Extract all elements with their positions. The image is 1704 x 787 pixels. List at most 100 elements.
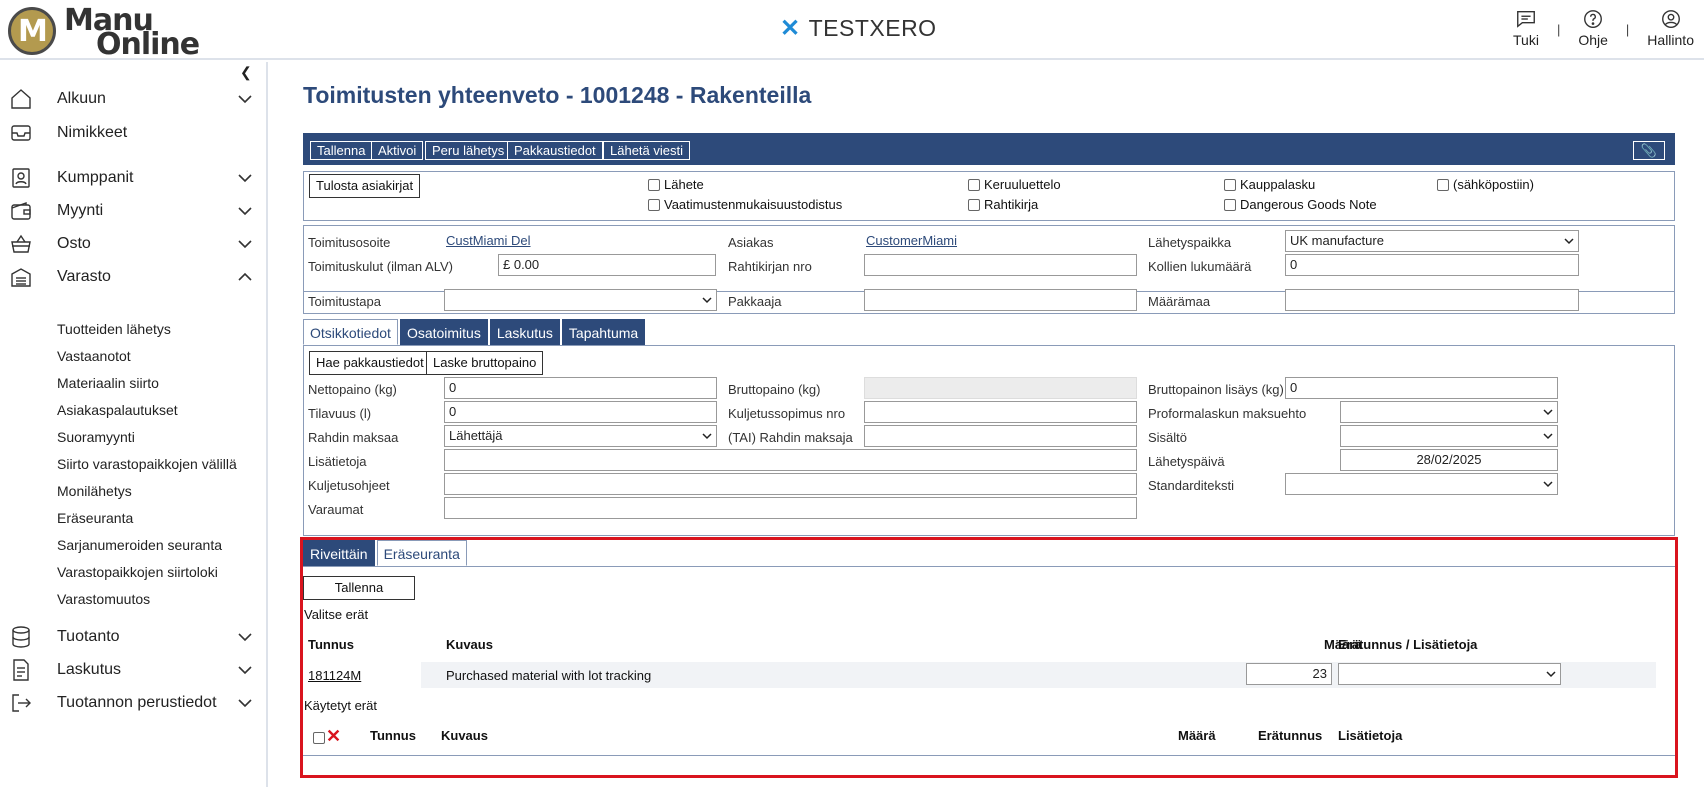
print-documents-button[interactable]: Tulosta asiakirjat xyxy=(309,174,421,198)
nav-ohje[interactable]: Ohje xyxy=(1578,8,1608,48)
check-label: Dangerous Goods Note xyxy=(1240,197,1377,212)
check-email[interactable]: (sähköpostiin) xyxy=(1437,177,1534,192)
packing-info-button[interactable]: Pakkaustiedot xyxy=(507,141,603,160)
field-label: Lähetyspäivä xyxy=(1148,454,1225,469)
chevron-down-icon[interactable] xyxy=(236,90,254,108)
chevron-down-icon[interactable] xyxy=(236,694,254,712)
lot-item-link[interactable]: 181124M xyxy=(308,668,361,683)
col-kuvaus: Kuvaus xyxy=(446,637,493,652)
sidebar-subitem[interactable]: Sarjanumeroiden seuranta xyxy=(57,537,222,553)
chevron-down-icon[interactable] xyxy=(236,661,254,679)
delivery-address-link[interactable]: CustMiami Del xyxy=(446,233,531,248)
sidebar-item-varasto[interactable]: Varasto xyxy=(0,260,268,294)
standard-text-select[interactable] xyxy=(1285,473,1558,495)
field-label: Sisältö xyxy=(1148,430,1188,445)
delivery-method-select[interactable] xyxy=(444,289,717,311)
dispatch-location-select[interactable]: UK manufacture xyxy=(1285,230,1579,252)
save-button[interactable]: Tallenna xyxy=(310,141,373,160)
checkbox[interactable] xyxy=(968,178,980,191)
shipment-fields-panel: Toimitusosoite CustMiami Del Asiakas Cus… xyxy=(303,225,1675,292)
chevron-down-icon[interactable] xyxy=(236,235,254,253)
gross-weight-addition-input[interactable]: 0 xyxy=(1285,377,1558,399)
proforma-terms-select[interactable] xyxy=(1340,401,1558,423)
check-dangerous-goods[interactable]: Dangerous Goods Note xyxy=(1224,197,1377,212)
package-count-input[interactable]: 0 xyxy=(1285,254,1579,276)
waybill-number-input[interactable] xyxy=(864,254,1137,276)
checkbox[interactable] xyxy=(1224,198,1236,211)
chevron-down-icon[interactable] xyxy=(236,628,254,646)
checkbox[interactable] xyxy=(648,198,660,211)
net-weight-input[interactable]: 0 xyxy=(444,377,717,399)
check-label: Kauppalasku xyxy=(1240,177,1316,192)
sidebar-subitem[interactable]: Eräseuranta xyxy=(57,510,133,526)
sidebar-item-tuotanto[interactable]: Tuotanto xyxy=(0,620,268,654)
signout-icon xyxy=(12,694,31,712)
checkbox[interactable] xyxy=(968,198,980,211)
sidebar-item-laskutus[interactable]: Laskutus xyxy=(0,653,268,687)
destination-country-input[interactable] xyxy=(1285,289,1579,311)
additional-info-input[interactable] xyxy=(444,449,1137,471)
sidebar-subitem[interactable]: Tuotteiden lähetys xyxy=(57,321,171,337)
sidebar-subitem[interactable]: Varastopaikkojen siirtoloki xyxy=(57,564,218,580)
check-lahete[interactable]: Lähete xyxy=(648,177,704,192)
transport-contract-input[interactable] xyxy=(864,401,1137,423)
collapse-sidebar-icon[interactable]: ❮ xyxy=(240,64,252,81)
freight-payer-select[interactable]: Lähettäjä xyxy=(444,425,717,447)
nav-hallinto[interactable]: Hallinto xyxy=(1647,8,1694,48)
activate-button[interactable]: Aktivoi xyxy=(371,141,424,160)
reservations-input[interactable] xyxy=(444,497,1137,519)
shipment-date-input[interactable]: 28/02/2025 xyxy=(1340,449,1558,471)
delete-icon[interactable]: ✕ xyxy=(326,726,341,747)
checkbox[interactable] xyxy=(1224,178,1236,191)
check-vaatimustenmukaisuus[interactable]: Vaatimustenmukaisuustodistus xyxy=(648,197,842,212)
chevron-up-icon[interactable] xyxy=(236,268,254,286)
delivery-cost-input[interactable]: £ 0.00 xyxy=(498,254,716,276)
sidebar-subitem[interactable]: Vastaanotot xyxy=(57,348,131,364)
lot-number-select[interactable] xyxy=(1338,663,1561,685)
sidebar-subitem[interactable]: Siirto varastopaikkojen välillä xyxy=(57,456,237,472)
fetch-packing-info-button[interactable]: Hae pakkaustiedot xyxy=(309,351,431,375)
manu-online-logo[interactable]: M Manu Online xyxy=(8,3,208,62)
sidebar-item-nimikkeet[interactable]: Nimikkeet xyxy=(0,116,268,150)
chevron-down-icon[interactable] xyxy=(236,202,254,220)
sidebar-subitem[interactable]: Monilähetys xyxy=(57,483,132,499)
check-keruuluettelo[interactable]: Keruuluettelo xyxy=(968,177,1061,192)
checkbox[interactable] xyxy=(1437,178,1449,191)
sidebar-subitem[interactable]: Suoramyynti xyxy=(57,429,135,445)
sidebar-subitem[interactable]: Asiakaspalautukset xyxy=(57,402,178,418)
select-all-checkbox[interactable] xyxy=(313,732,325,744)
transport-instructions-input[interactable] xyxy=(444,473,1137,495)
calculate-gross-weight-button[interactable]: Laske bruttopaino xyxy=(426,351,544,375)
sidebar-item-osto[interactable]: Osto xyxy=(0,227,268,261)
tab-osatoimitus[interactable]: Osatoimitus xyxy=(399,319,488,345)
packer-input[interactable] xyxy=(864,289,1137,311)
lot-save-button[interactable]: Tallenna xyxy=(303,576,415,600)
chevron-down-icon[interactable] xyxy=(236,169,254,187)
volume-input[interactable]: 0 xyxy=(444,401,717,423)
sidebar-subitem[interactable]: Materiaalin siirto xyxy=(57,375,159,391)
checkbox[interactable] xyxy=(648,178,660,191)
attachment-button[interactable]: 📎 xyxy=(1633,141,1665,160)
customer-link[interactable]: CustomerMiami xyxy=(866,233,957,248)
sidebar-item-myynti[interactable]: Myynti xyxy=(0,194,268,228)
tab-riveittain[interactable]: Riveittäin xyxy=(303,540,375,566)
check-kauppalasku[interactable]: Kauppalasku xyxy=(1224,177,1315,192)
tab-otsikkotiedot[interactable]: Otsikkotiedot xyxy=(303,319,398,345)
lot-quantity-input[interactable]: 23 xyxy=(1246,663,1332,685)
used-lots-label: Käytetyt erät xyxy=(304,698,377,713)
freight-payer-alt-input[interactable] xyxy=(864,425,1137,447)
tab-laskutus[interactable]: Laskutus xyxy=(489,319,560,345)
sidebar-item-tuotannon-perustiedot[interactable]: Tuotannon perustiedot xyxy=(0,686,268,720)
nav-tuki[interactable]: Tuki xyxy=(1513,8,1539,48)
sidebar-subitem[interactable]: Varastomuutos xyxy=(57,591,150,607)
send-message-button[interactable]: Lähetä viesti xyxy=(603,141,690,160)
chat-icon xyxy=(1517,10,1535,28)
field-label: Proformalaskun maksuehto xyxy=(1148,406,1307,421)
sidebar-item-kumppanit[interactable]: Kumppanit xyxy=(0,161,268,195)
tab-eraseuranta[interactable]: Eräseuranta xyxy=(376,540,467,566)
sidebar-item-alkuun[interactable]: Alkuun xyxy=(0,82,268,116)
check-rahtikirja[interactable]: Rahtikirja xyxy=(968,197,1038,212)
contents-select[interactable] xyxy=(1340,425,1558,447)
cancel-shipment-button[interactable]: Peru lähetys xyxy=(425,141,512,160)
tab-tapahtuma[interactable]: Tapahtuma xyxy=(561,319,646,345)
